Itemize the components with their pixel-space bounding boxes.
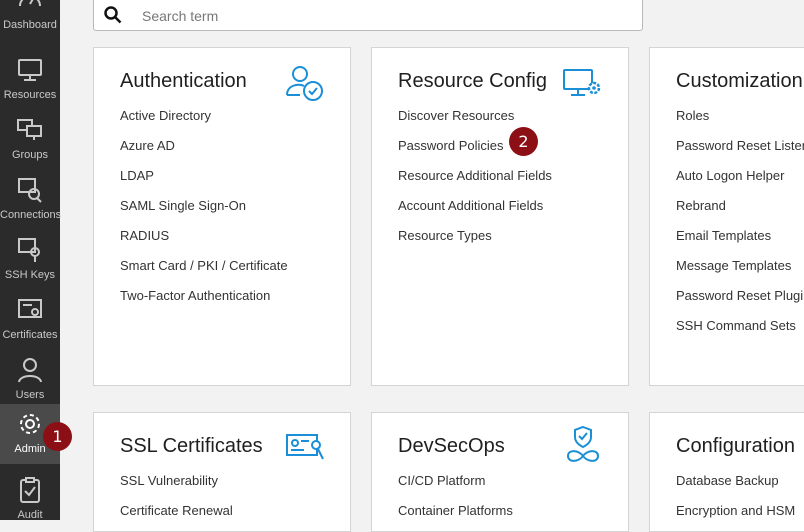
- link-resource-types[interactable]: Resource Types: [398, 226, 552, 256]
- card-devsecops: DevSecOps CI/CD Platform Container Platf…: [371, 412, 629, 532]
- card-title: Customization: [676, 70, 803, 92]
- sidebar-item-audit[interactable]: Audit: [0, 470, 60, 530]
- link-resource-additional-fields[interactable]: Resource Additional Fields: [398, 166, 552, 196]
- sidebar-item-ssh-keys[interactable]: SSH Keys: [0, 230, 60, 290]
- user-icon: [18, 358, 42, 383]
- monitor-icon: [18, 59, 42, 81]
- shield-infinity-icon: [566, 425, 600, 462]
- search-icon: [104, 6, 122, 24]
- link-message-templates[interactable]: Message Templates: [676, 256, 804, 286]
- link-list: Active Directory Azure AD LDAP SAML Sing…: [120, 106, 288, 316]
- sidebar-item-label: Dashboard: [3, 19, 57, 31]
- sidebar-item-label: Audit: [17, 509, 43, 521]
- link-ldap[interactable]: LDAP: [120, 166, 288, 196]
- link-ssl-vulnerability[interactable]: SSL Vulnerability: [120, 471, 233, 501]
- sidebar-item-resources[interactable]: Resources: [0, 50, 60, 110]
- search-input[interactable]: [140, 4, 624, 28]
- card-title: Authentication: [120, 70, 247, 92]
- sidebar-item-label: Groups: [11, 149, 49, 161]
- link-container-platforms[interactable]: Container Platforms: [398, 501, 513, 531]
- card-ssl-certificates: SSL Certificates SSL Vulnerability Certi…: [93, 412, 351, 532]
- sidebar-item-label: Users: [15, 389, 45, 401]
- card-title: DevSecOps: [398, 435, 505, 457]
- link-rebrand[interactable]: Rebrand: [676, 196, 804, 226]
- card-customization: Customization Roles Password Reset Liste…: [649, 47, 804, 386]
- sidebar-item-dashboard[interactable]: Dashboard: [0, 0, 60, 40]
- id-card-key-icon: [286, 434, 324, 460]
- connection-icon: [18, 178, 42, 203]
- clipboard-check-icon: [20, 477, 40, 503]
- sidebar-item-label: Resources: [3, 89, 57, 101]
- link-email-templates[interactable]: Email Templates: [676, 226, 804, 256]
- link-ci-cd-platform[interactable]: CI/CD Platform: [398, 471, 513, 501]
- sidebar-item-certificates[interactable]: Certificates: [0, 290, 60, 350]
- sidebar-item-label: SSH Keys: [4, 269, 56, 281]
- link-roles[interactable]: Roles: [676, 106, 804, 136]
- link-smart-card[interactable]: Smart Card / PKI / Certificate: [120, 256, 288, 286]
- link-ssh-command-sets[interactable]: SSH Command Sets: [676, 316, 804, 346]
- link-list: SSL Vulnerability Certificate Renewal: [120, 471, 233, 531]
- link-two-factor[interactable]: Two-Factor Authentication: [120, 286, 288, 316]
- link-list: Roles Password Reset Listeners Auto Logo…: [676, 106, 804, 346]
- certificate-icon: [18, 299, 42, 318]
- link-encryption-hsm[interactable]: Encryption and HSM: [676, 501, 795, 531]
- sidebar-item-connections[interactable]: Connections: [0, 170, 62, 230]
- link-password-reset-plugins[interactable]: Password Reset Plugins: [676, 286, 804, 316]
- search-bar: [93, 0, 643, 31]
- sidebar-item-groups[interactable]: Groups: [0, 110, 60, 170]
- link-certificate-renewal[interactable]: Certificate Renewal: [120, 501, 233, 531]
- card-title: Configuration: [676, 435, 795, 457]
- card-title: SSL Certificates: [120, 435, 263, 457]
- link-account-additional-fields[interactable]: Account Additional Fields: [398, 196, 552, 226]
- step-badge-1: 1: [43, 422, 72, 451]
- card-configuration: Configuration Database Backup Encryption…: [649, 412, 804, 532]
- link-password-reset-listeners[interactable]: Password Reset Listeners: [676, 136, 804, 166]
- link-auto-logon-helper[interactable]: Auto Logon Helper: [676, 166, 804, 196]
- link-active-directory[interactable]: Active Directory: [120, 106, 288, 136]
- ssh-key-icon: [18, 238, 40, 262]
- link-azure-ad[interactable]: Azure AD: [120, 136, 288, 166]
- card-resource-config: Resource Config Discover Resources Passw…: [371, 47, 629, 386]
- link-radius[interactable]: RADIUS: [120, 226, 288, 256]
- link-list: CI/CD Platform Container Platforms: [398, 471, 513, 531]
- card-title: Resource Config: [398, 70, 547, 92]
- monitor-gear-icon: [563, 69, 601, 96]
- link-database-backup[interactable]: Database Backup: [676, 471, 795, 501]
- sidebar-item-label: Certificates: [2, 329, 58, 341]
- link-list: Database Backup Encryption and HSM: [676, 471, 795, 531]
- group-monitors-icon: [17, 119, 42, 140]
- gear-icon: [20, 414, 40, 434]
- dashboard-gauge-icon: [19, 0, 41, 7]
- card-authentication: Authentication Active Directory Azure AD…: [93, 47, 351, 386]
- sidebar-item-users[interactable]: Users: [0, 350, 60, 410]
- sidebar-item-label: Connections: [0, 209, 62, 221]
- link-saml-sso[interactable]: SAML Single Sign-On: [120, 196, 288, 226]
- step-badge-2: 2: [509, 127, 538, 156]
- user-check-icon: [286, 66, 323, 101]
